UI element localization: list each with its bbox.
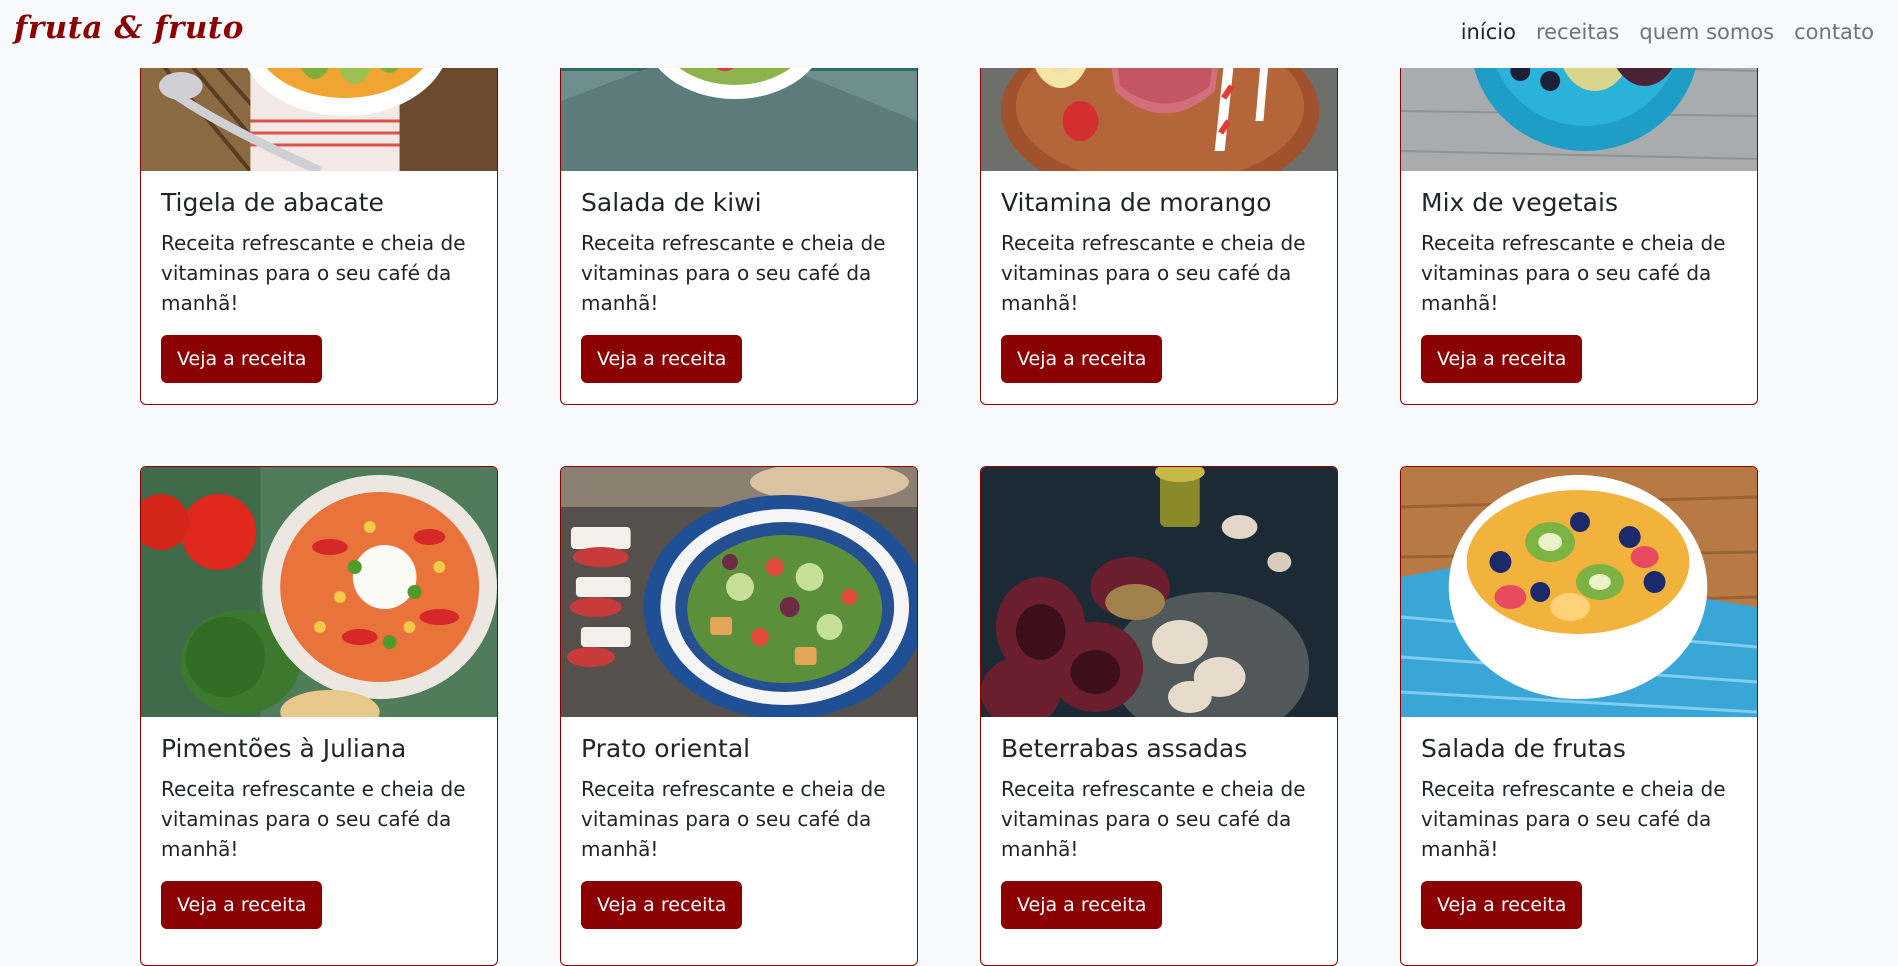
top-navbar: fruta & fruto início receitas quem somos… [0,0,1898,68]
recipe-description: Receita refrescante e cheia de vitaminas… [1421,230,1726,315]
recipe-description: Receita refrescante e cheia de vitaminas… [161,230,466,315]
brand-logo[interactable]: fruta & fruto [14,10,244,46]
fruit-salad-photo[interactable] [1401,467,1757,717]
recipe-title: Tigela de abacate [161,188,384,217]
recipe-description: Receita refrescante e cheia de vitaminas… [1001,230,1306,315]
view-recipe-button[interactable]: Veja a receita [581,880,743,929]
nav-links: início receitas quem somos contato [1461,20,1874,44]
view-recipe-button[interactable]: Veja a receita [1421,880,1583,929]
recipe-title: Beterrabas assadas [1001,734,1248,763]
nav-link-inicio[interactable]: início [1461,20,1516,44]
recipe-title: Salada de kiwi [581,188,762,217]
recipe-title: Prato oriental [581,734,751,763]
recipe-description: Receita refrescante e cheia de vitaminas… [1001,776,1306,861]
recipe-title: Pimentões à Juliana [161,734,407,763]
recipe-card: Salada de frutas Receita refrescante e c… [1400,466,1758,966]
view-recipe-button[interactable]: Veja a receita [1001,880,1163,929]
recipe-title: Vitamina de morango [1001,188,1272,217]
peppers-plate-photo[interactable] [141,467,497,717]
recipe-description: Receita refrescante e cheia de vitaminas… [581,776,886,861]
roasted-beets-photo[interactable] [981,467,1337,717]
nav-link-quem-somos[interactable]: quem somos [1639,20,1774,44]
view-recipe-button[interactable]: Veja a receita [161,880,323,929]
nav-link-receitas[interactable]: receitas [1536,20,1619,44]
recipe-title: Mix de vegetais [1421,188,1618,217]
recipe-title: Salada de frutas [1421,734,1626,763]
view-recipe-button[interactable]: Veja a receita [161,334,323,383]
recipe-description: Receita refrescante e cheia de vitaminas… [1421,776,1726,861]
view-recipe-button[interactable]: Veja a receita [1001,334,1163,383]
recipe-card: Pimentões à Juliana Receita refrescante … [140,466,498,966]
view-recipe-button[interactable]: Veja a receita [581,334,743,383]
oriental-salad-photo[interactable] [561,467,917,717]
recipe-description: Receita refrescante e cheia de vitaminas… [161,776,466,861]
nav-link-contato[interactable]: contato [1794,20,1874,44]
recipe-card: Prato oriental Receita refrescante e che… [560,466,918,966]
recipe-description: Receita refrescante e cheia de vitaminas… [581,230,886,315]
recipe-card: Beterrabas assadas Receita refrescante e… [980,466,1338,966]
view-recipe-button[interactable]: Veja a receita [1421,334,1583,383]
